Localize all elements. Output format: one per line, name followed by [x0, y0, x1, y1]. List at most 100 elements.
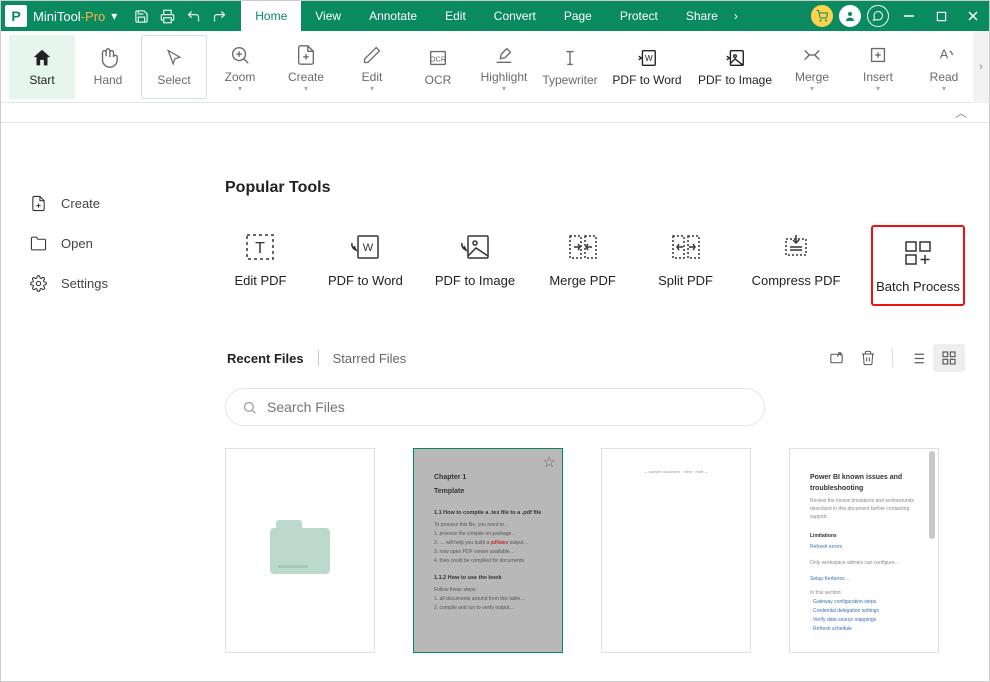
tab-starred-files[interactable]: Starred Files	[331, 351, 409, 366]
print-icon[interactable]	[155, 4, 179, 28]
thumb-text: Power BI known issues and troubleshootin…	[810, 472, 918, 494]
main-content: Popular Tools T Edit PDF W PDF to Word P…	[201, 123, 989, 681]
hand-icon	[95, 46, 121, 70]
tool-label: Edit PDF	[234, 273, 286, 288]
thumb-preview: Chapter 1 Template 1.1 How to compile a …	[424, 459, 552, 642]
menu-overflow-icon[interactable]: ›	[734, 9, 750, 23]
ribbon-label: OCR	[425, 73, 452, 87]
close-button[interactable]	[957, 1, 989, 31]
dropdown-icon: ▾	[238, 87, 242, 91]
titlebar: P MiniTool-Pro ▾ Home View Annotate Edit…	[1, 1, 989, 31]
gear-icon	[29, 274, 47, 292]
message-icon[interactable]	[867, 5, 889, 27]
list-view-icon[interactable]	[901, 344, 933, 372]
home-icon	[29, 46, 55, 70]
search-box[interactable]	[225, 388, 765, 426]
to-word-icon: W	[348, 231, 382, 263]
ribbon-create[interactable]: Create ▾	[273, 35, 339, 99]
ribbon-insert[interactable]: Insert ▾	[845, 35, 911, 99]
tool-label: Split PDF	[658, 273, 713, 288]
insert-icon	[865, 43, 891, 67]
menu-home[interactable]: Home	[241, 1, 301, 31]
ribbon-label: PDF to Image	[698, 73, 772, 87]
ribbon-start[interactable]: Start	[9, 35, 75, 99]
minimize-button[interactable]	[893, 1, 925, 31]
ribbon-highlight[interactable]: Highlight ▾	[471, 35, 537, 99]
tool-merge-pdf[interactable]: Merge PDF	[547, 225, 618, 306]
menu-annotate[interactable]: Annotate	[355, 1, 431, 31]
tool-compress-pdf[interactable]: Compress PDF	[753, 225, 839, 306]
grid-view-icon[interactable]	[933, 344, 965, 372]
tool-edit-pdf[interactable]: T Edit PDF	[225, 225, 296, 306]
file-thumbnails: ☆ Chapter 1 Template 1.1 How to compile …	[225, 448, 965, 681]
cart-icon[interactable]	[811, 5, 833, 27]
sidebar-item-open[interactable]: Open	[29, 223, 201, 263]
merge-icon	[799, 43, 825, 67]
popular-tools-title: Popular Tools	[225, 179, 965, 197]
quick-access-toolbar	[129, 4, 231, 28]
tool-pdf-to-image[interactable]: PDF to Image	[435, 225, 515, 306]
tool-label: PDF to Image	[435, 273, 515, 288]
ribbon-collapse-button[interactable]: ︿	[1, 103, 989, 123]
app-dropdown-icon[interactable]: ▾	[105, 9, 123, 23]
tool-pdf-to-word[interactable]: W PDF to Word	[328, 225, 403, 306]
ribbon-label: Select	[157, 73, 190, 87]
tool-batch-process[interactable]: Batch Process	[871, 225, 965, 306]
search-input[interactable]	[267, 399, 748, 415]
maximize-button[interactable]	[925, 1, 957, 31]
ribbon-select[interactable]: Select	[141, 35, 207, 99]
menu-page[interactable]: Page	[550, 1, 606, 31]
tool-split-pdf[interactable]: Split PDF	[650, 225, 721, 306]
delete-icon[interactable]	[852, 344, 884, 372]
sidebar-item-settings[interactable]: Settings	[29, 263, 201, 303]
menu-edit[interactable]: Edit	[431, 1, 480, 31]
tool-label: Batch Process	[876, 279, 960, 294]
ribbon-overflow-button[interactable]: ›	[973, 31, 989, 103]
batch-icon	[901, 237, 935, 269]
menu-view[interactable]: View	[301, 1, 355, 31]
icon-divider	[892, 349, 893, 367]
ribbon-zoom[interactable]: Zoom ▾	[207, 35, 273, 99]
popular-tools-row: T Edit PDF W PDF to Word PDF to Image Me…	[225, 225, 965, 306]
redo-icon[interactable]	[207, 4, 231, 28]
thumb-file-chapter1[interactable]: ☆ Chapter 1 Template 1.1 How to compile …	[413, 448, 563, 653]
menu-convert[interactable]: Convert	[480, 1, 550, 31]
ribbon-merge[interactable]: Merge ▾	[779, 35, 845, 99]
ribbon-read[interactable]: A Read ▾	[911, 35, 977, 99]
user-icon[interactable]	[839, 5, 861, 27]
ribbon-hand[interactable]: Hand	[75, 35, 141, 99]
ribbon-edit[interactable]: Edit ▾	[339, 35, 405, 99]
thumb-file-blank[interactable]: — sample document · view · draft —	[601, 448, 751, 653]
zoom-icon	[227, 43, 253, 67]
ribbon-label: Create	[288, 70, 324, 84]
thumb-text: 1.1.2 How to use the book	[434, 574, 542, 583]
scrollbar-thumb[interactable]	[929, 451, 935, 539]
ribbon-pdf-to-image[interactable]: PDF to Image	[691, 35, 779, 99]
menu-protect[interactable]: Protect	[606, 1, 672, 31]
ribbon-label: Start	[29, 73, 54, 87]
edit-text-icon: T	[243, 231, 277, 263]
thumb-text: 1.1 How to compile a .tex file to a .pdf…	[434, 509, 542, 518]
menu-share[interactable]: Share	[672, 1, 732, 31]
undo-icon[interactable]	[181, 4, 205, 28]
ribbon-label: Hand	[94, 73, 123, 87]
ribbon-typewriter[interactable]: Typewriter	[537, 35, 603, 99]
svg-text:W: W	[363, 242, 374, 254]
save-icon[interactable]	[129, 4, 153, 28]
thumb-file-powerbi[interactable]: Power BI known issues and troubleshootin…	[789, 448, 939, 653]
highlight-icon	[491, 43, 517, 67]
dropdown-icon: ▾	[810, 87, 814, 91]
tool-label: PDF to Word	[328, 273, 403, 288]
ribbon-pdf-to-word[interactable]: W PDF to Word	[603, 35, 691, 99]
sidebar-item-create[interactable]: Create	[29, 183, 201, 223]
cursor-icon	[161, 46, 187, 70]
ribbon-label: Read	[930, 70, 959, 84]
ribbon-label: Typewriter	[542, 73, 597, 87]
thumb-open-folder[interactable]	[225, 448, 375, 653]
ribbon-ocr[interactable]: OCR OCR	[405, 35, 471, 99]
share-file-icon[interactable]	[820, 344, 852, 372]
tool-label: Merge PDF	[549, 273, 615, 288]
main-menu: Home View Annotate Edit Convert Page Pro…	[241, 1, 732, 31]
tab-recent-files[interactable]: Recent Files	[225, 351, 306, 366]
ribbon-label: Merge	[795, 70, 829, 84]
